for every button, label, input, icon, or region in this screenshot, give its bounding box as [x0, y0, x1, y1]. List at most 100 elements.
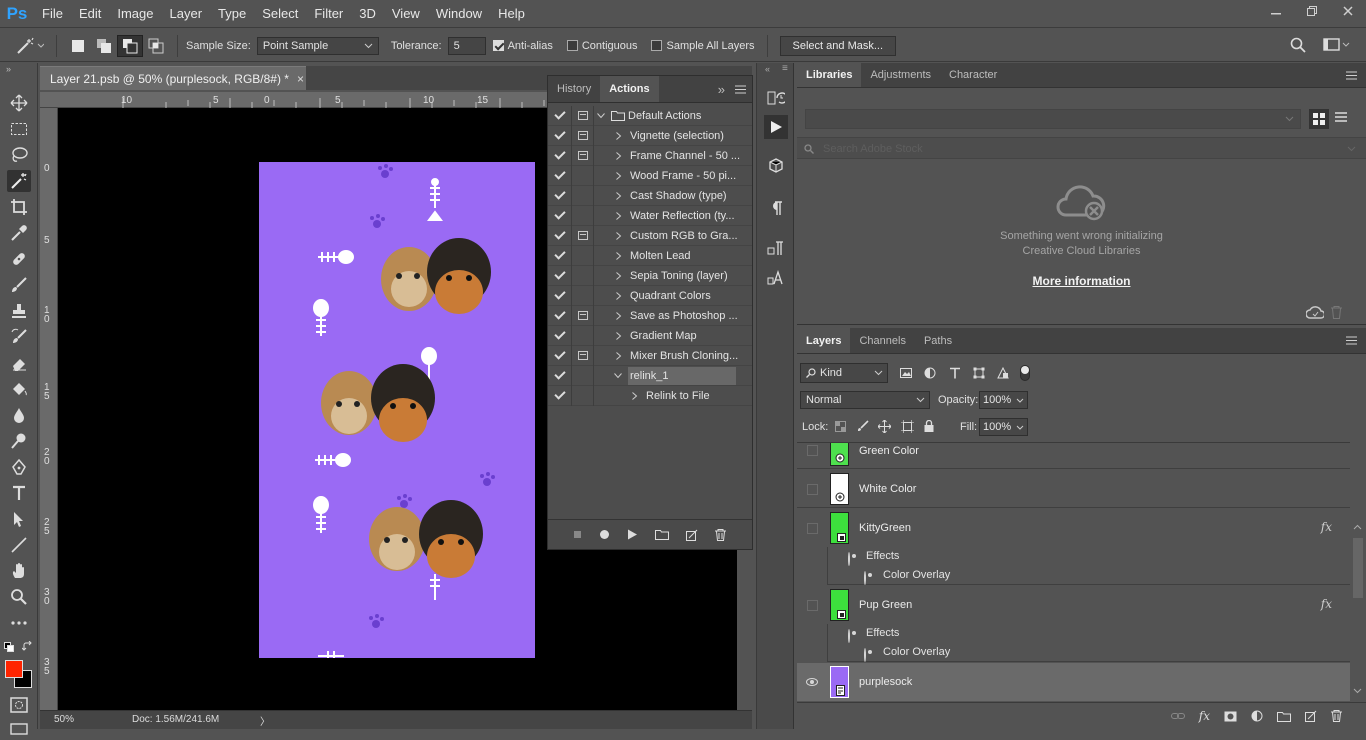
- tab-history[interactable]: History: [548, 76, 600, 102]
- paint-bucket-tool-icon[interactable]: [7, 378, 31, 400]
- toggle-item-icon[interactable]: [548, 205, 572, 226]
- dodge-tool-icon[interactable]: [7, 430, 31, 452]
- effect-row[interactable]: Color Overlay: [827, 643, 1350, 662]
- tab-libraries[interactable]: Libraries: [797, 63, 862, 87]
- default-colors-icon[interactable]: [4, 642, 14, 652]
- paragraph-panel-icon[interactable]: [765, 197, 787, 219]
- dialog-toggle-icon[interactable]: [572, 105, 594, 126]
- subtract-selection-icon[interactable]: [117, 34, 143, 57]
- list-view-icon[interactable]: [1335, 112, 1347, 124]
- toggle-item-icon[interactable]: [548, 325, 572, 346]
- layer-row-selected[interactable]: purplesock: [797, 663, 1350, 701]
- dialog-toggle-icon[interactable]: [572, 345, 594, 366]
- toggle-item-icon[interactable]: [548, 185, 572, 206]
- menu-file[interactable]: File: [34, 0, 71, 28]
- sync-icon[interactable]: [1306, 306, 1324, 320]
- toggle-item-icon[interactable]: [548, 265, 572, 286]
- history-brush-tool-icon[interactable]: [7, 326, 31, 348]
- move-tool-icon[interactable]: [7, 92, 31, 114]
- collapse-toolbar-icon[interactable]: »: [6, 64, 11, 74]
- magic-wand-tool-icon[interactable]: [7, 170, 31, 192]
- paragraph-styles-icon[interactable]: [765, 237, 787, 259]
- selected-action[interactable]: relink_1: [628, 366, 736, 385]
- menu-view[interactable]: View: [384, 0, 428, 28]
- tab-adjustments[interactable]: Adjustments: [861, 63, 940, 87]
- panel-menu-icon[interactable]: [729, 76, 752, 102]
- library-select[interactable]: [805, 109, 1301, 129]
- magic-wand-preset-icon[interactable]: [14, 36, 48, 56]
- lock-all-icon[interactable]: [924, 420, 934, 432]
- zoom-level[interactable]: 50%: [54, 714, 74, 725]
- lasso-tool-icon[interactable]: [7, 144, 31, 166]
- menu-layer[interactable]: Layer: [162, 0, 211, 28]
- layer-fx-icon[interactable]: fx: [1321, 597, 1332, 611]
- panel-menu-icon[interactable]: [1337, 328, 1366, 353]
- tab-layers[interactable]: Layers: [797, 328, 851, 353]
- layer-row[interactable]: Green Color: [797, 443, 1350, 469]
- tab-character[interactable]: Character: [940, 63, 1006, 87]
- action-row[interactable]: Cast Shadow (type): [548, 185, 752, 206]
- document-tab[interactable]: Layer 21.psb @ 50% (purplesock, RGB/8#) …: [40, 66, 306, 90]
- play-icon[interactable]: [627, 529, 638, 540]
- eye-icon[interactable]: [864, 571, 866, 585]
- menu-3d[interactable]: 3D: [351, 0, 384, 28]
- layer-row[interactable]: White Color: [797, 470, 1350, 508]
- expand-chevron-icon[interactable]: [594, 291, 630, 300]
- action-step-row[interactable]: Relink to File: [548, 385, 752, 406]
- collapse-chevron-icon[interactable]: [594, 112, 608, 119]
- layer-row[interactable]: Pup Green fx: [797, 586, 1350, 624]
- toggle-item-icon[interactable]: [548, 105, 572, 126]
- search-icon[interactable]: [1290, 37, 1306, 53]
- dialog-toggle-icon[interactable]: [572, 165, 594, 186]
- filter-type-icon[interactable]: [949, 367, 961, 379]
- action-row[interactable]: Gradient Map: [548, 325, 752, 346]
- action-row[interactable]: Frame Channel - 50 ...: [548, 145, 752, 166]
- menu-select[interactable]: Select: [254, 0, 306, 28]
- action-row[interactable]: Sepia Toning (layer): [548, 265, 752, 286]
- stock-search-field[interactable]: Search Adobe Stock: [797, 137, 1366, 159]
- fill-input[interactable]: 100%: [979, 418, 1028, 436]
- action-row[interactable]: Wood Frame - 50 pi...: [548, 165, 752, 186]
- crop-tool-icon[interactable]: [7, 196, 31, 218]
- expand-chevron-icon[interactable]: [594, 151, 630, 160]
- document-close-icon[interactable]: ×: [297, 72, 304, 86]
- filter-smart-object-icon[interactable]: [997, 367, 1009, 379]
- layers-scrollbar[interactable]: [1350, 442, 1366, 701]
- panel-menu-icon[interactable]: [1337, 63, 1366, 87]
- filter-shape-icon[interactable]: [973, 367, 985, 379]
- restore-icon[interactable]: [1294, 0, 1330, 22]
- history-panel-icon[interactable]: [765, 87, 787, 109]
- line-tool-icon[interactable]: [7, 534, 31, 556]
- toggle-item-icon[interactable]: [548, 125, 572, 146]
- dialog-toggle-icon[interactable]: [572, 325, 594, 346]
- expand-chevron-icon[interactable]: [594, 311, 630, 320]
- eye-icon[interactable]: [848, 629, 850, 643]
- lock-transparency-icon[interactable]: [835, 421, 846, 432]
- layer-visibility-toggle[interactable]: [802, 586, 822, 624]
- actions-panel-icon[interactable]: [764, 115, 788, 139]
- foreground-color-swatch[interactable]: [5, 660, 23, 678]
- minimize-icon[interactable]: [1258, 0, 1294, 22]
- layer-name[interactable]: Pup Green: [859, 599, 912, 611]
- blend-mode-select[interactable]: Normal: [800, 391, 930, 409]
- path-selection-tool-icon[interactable]: [7, 508, 31, 530]
- brush-tool-icon[interactable]: [7, 274, 31, 296]
- link-layers-icon[interactable]: [1170, 712, 1185, 720]
- dialog-toggle-icon[interactable]: [572, 385, 594, 406]
- menu-help[interactable]: Help: [490, 0, 533, 28]
- dialog-toggle-icon[interactable]: [572, 285, 594, 306]
- tab-paths[interactable]: Paths: [915, 328, 961, 353]
- expand-chevron-icon[interactable]: [594, 131, 630, 140]
- layer-visibility-toggle[interactable]: [802, 663, 822, 701]
- action-row[interactable]: Molten Lead: [548, 245, 752, 266]
- layer-row[interactable]: KittyGreen fx: [797, 509, 1350, 547]
- action-row[interactable]: Save as Photoshop ...: [548, 305, 752, 326]
- toggle-item-icon[interactable]: [548, 245, 572, 266]
- filter-toggle-icon[interactable]: [1020, 365, 1030, 381]
- layer-visibility-toggle[interactable]: [802, 509, 822, 547]
- menu-type[interactable]: Type: [210, 0, 254, 28]
- toggle-item-icon[interactable]: [548, 145, 572, 166]
- contiguous-checkbox[interactable]: [566, 40, 578, 51]
- tab-channels[interactable]: Channels: [850, 328, 914, 353]
- zoom-tool-icon[interactable]: [7, 586, 31, 608]
